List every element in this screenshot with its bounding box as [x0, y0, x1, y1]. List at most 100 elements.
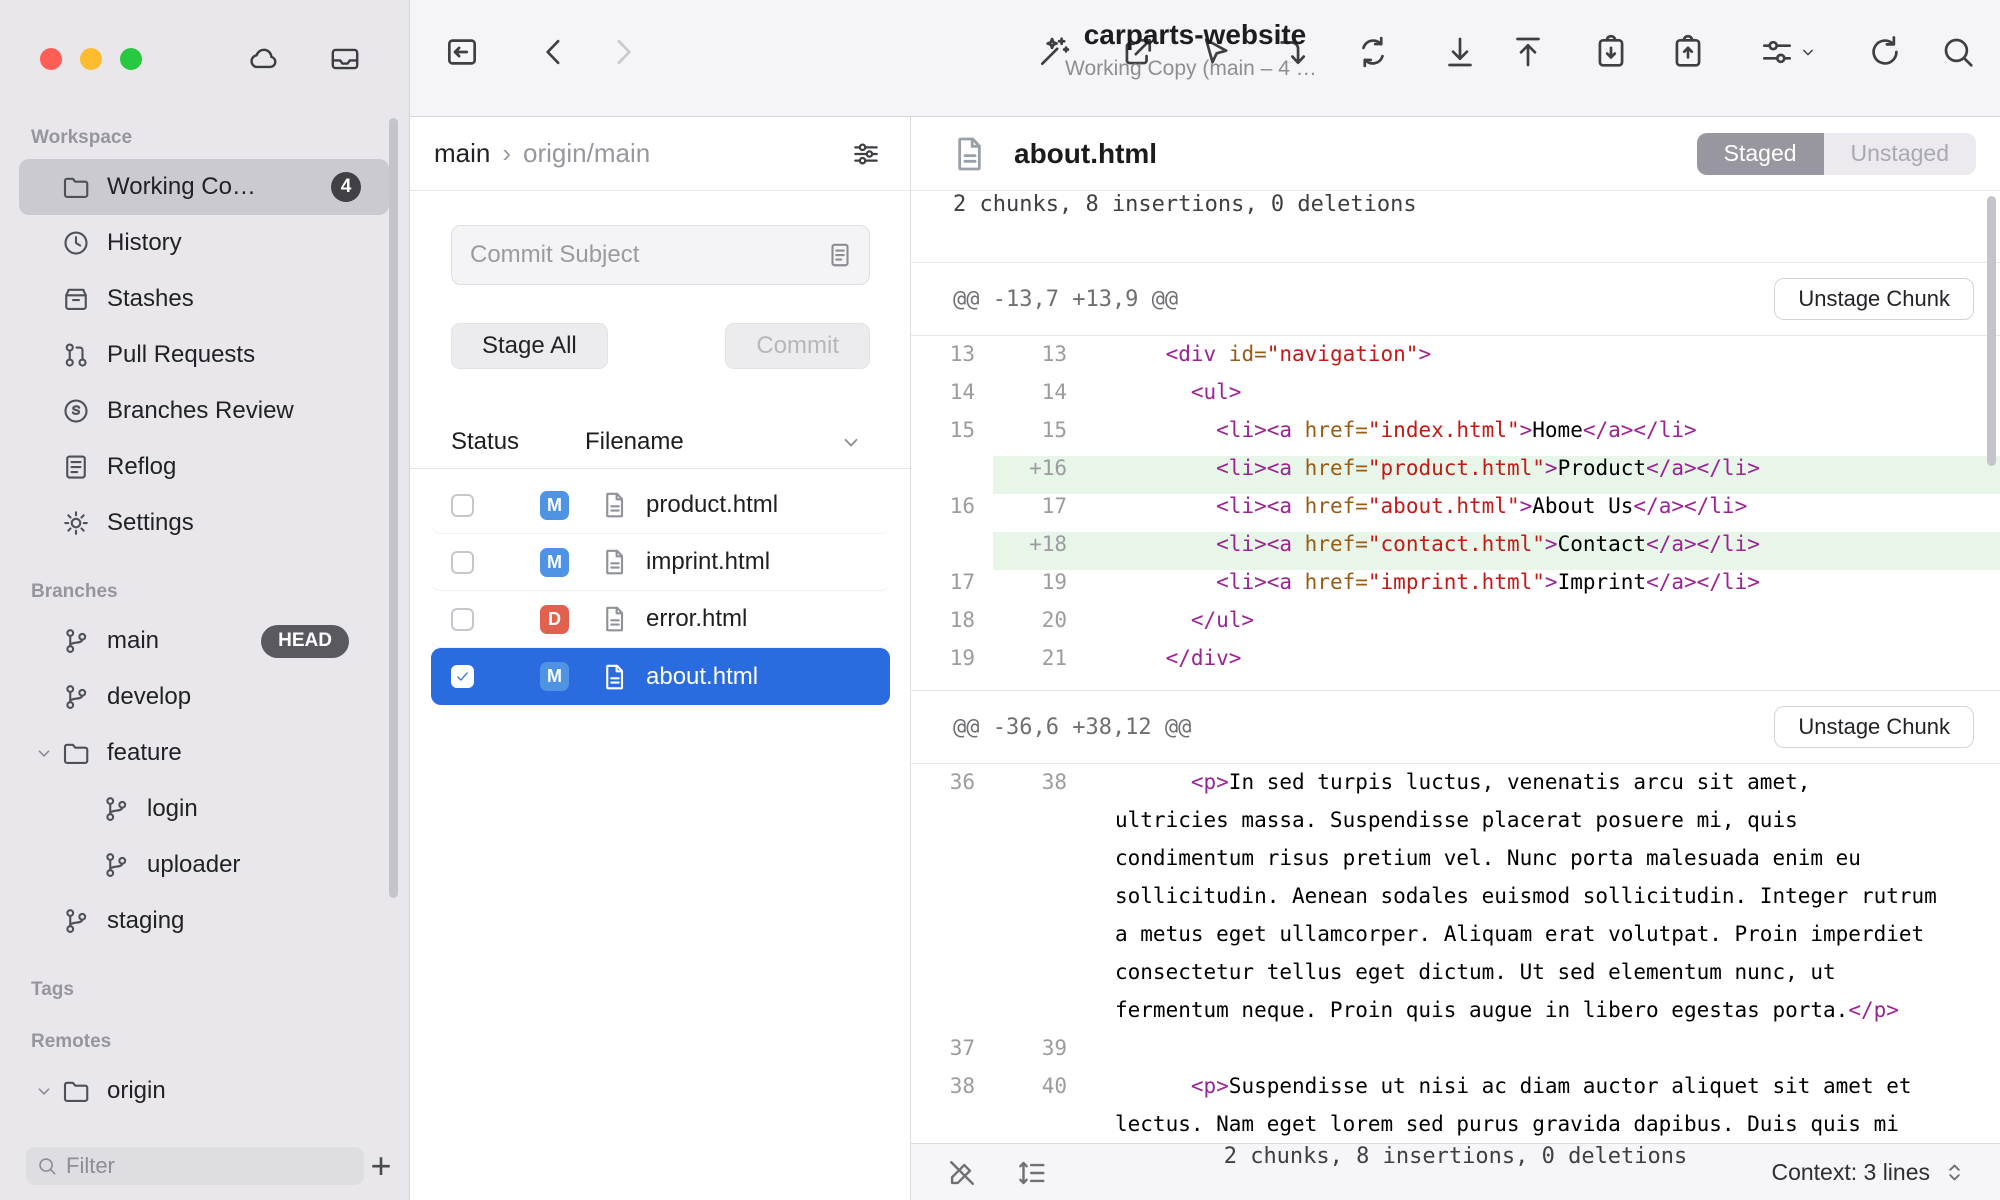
sidebar-item-login[interactable]: login — [19, 781, 389, 837]
sidebar-item-branches-review[interactable]: Branches Review — [19, 383, 389, 439]
new-line-number: 19 — [993, 570, 1085, 608]
sidebar-item-label: staging — [107, 907, 184, 935]
stage-checkbox[interactable] — [451, 665, 474, 688]
stage-checkbox[interactable] — [451, 551, 474, 574]
file-row-imprint-html[interactable]: Mimprint.html — [431, 534, 890, 591]
diff-scrollbar[interactable] — [1987, 196, 1996, 466]
new-line-number — [993, 884, 1085, 922]
chevron-down-icon[interactable] — [33, 742, 61, 764]
tab-staged[interactable]: Staged — [1697, 133, 1824, 175]
tray-icon[interactable] — [324, 42, 366, 76]
sidebar-item-staging[interactable]: staging — [19, 893, 389, 949]
code-token: <li><a — [1216, 532, 1305, 556]
stage-all-button[interactable]: Stage All — [451, 323, 608, 369]
code-text: <li><a href="about.html">About Us</a></l… — [1085, 494, 2000, 532]
sidebar-scrollbar[interactable] — [389, 118, 398, 898]
chevron-spacer — [33, 176, 61, 198]
stash-pop-button[interactable] — [1669, 33, 1707, 71]
code-token: "index.html" — [1368, 418, 1520, 442]
code-token — [1115, 608, 1191, 632]
unstage-chunk-button[interactable]: Unstage Chunk — [1774, 706, 1974, 748]
branch-icon — [61, 626, 91, 656]
old-line-number — [911, 846, 993, 884]
commit-template-icon[interactable] — [825, 240, 855, 270]
chevron-spacer — [33, 344, 61, 366]
file-row-error-html[interactable]: Derror.html — [431, 591, 890, 648]
add-button[interactable]: + — [364, 1142, 398, 1190]
context-lines-label: Context: 3 lines — [1771, 1144, 1930, 1200]
file-row-about-html[interactable]: Mabout.html — [431, 648, 890, 705]
window-minimize-button[interactable] — [80, 48, 102, 70]
code-text: <p>In sed turpis luctus, venenatis arcu … — [1085, 770, 2000, 808]
stage-checkbox[interactable] — [451, 608, 474, 631]
stash-icon — [61, 284, 91, 314]
code-token: <ul> — [1191, 380, 1242, 404]
filter-input[interactable] — [66, 1153, 354, 1179]
open-repo-button[interactable] — [443, 33, 481, 71]
chevron-spacer — [33, 288, 61, 310]
stash-save-button[interactable] — [1592, 33, 1630, 71]
window-zoom-button[interactable] — [120, 48, 142, 70]
stage-checkbox[interactable] — [451, 494, 474, 517]
sidebar-item-pull-requests[interactable]: Pull Requests — [19, 327, 389, 383]
count-badge: 4 — [331, 172, 361, 202]
window-close-button[interactable] — [40, 48, 62, 70]
staged-toggle: Staged Unstaged — [1697, 133, 1976, 175]
old-line-number: 38 — [911, 1074, 993, 1112]
file-row-product-html[interactable]: Mproduct.html — [431, 477, 890, 534]
code-token: > — [1418, 342, 1431, 366]
push-button[interactable] — [1509, 33, 1547, 71]
app-window: WorkspaceWorking Co…4HistoryStashesPull … — [0, 0, 2000, 1200]
refresh-button[interactable] — [1866, 33, 1904, 71]
sidebar-item-reflog[interactable]: Reflog — [19, 439, 389, 495]
pull-button[interactable] — [1441, 33, 1479, 71]
sidebar-item-history[interactable]: History — [19, 215, 389, 271]
diff-line: a metus eget ullamcorper. Aliquam erat v… — [911, 922, 2000, 960]
file-name: about.html — [646, 663, 758, 691]
new-line-number: 13 — [993, 342, 1085, 380]
old-line-number: 36 — [911, 770, 993, 808]
code-token — [1115, 456, 1216, 480]
sidebar-item-settings[interactable]: Settings — [19, 495, 389, 551]
view-options-button[interactable] — [1758, 33, 1822, 71]
code-token: lectus. Nam eget lorem sed purus gravida… — [1115, 1112, 1899, 1136]
code-token: </a></li> — [1583, 418, 1697, 442]
filter-field[interactable] — [26, 1147, 364, 1185]
unstage-chunk-button[interactable]: Unstage Chunk — [1774, 278, 1974, 320]
cloud-icon[interactable] — [242, 42, 284, 76]
view-filter-icon[interactable] — [850, 138, 882, 170]
context-lines-stepper[interactable] — [1941, 1159, 1968, 1186]
chevron-spacer — [33, 910, 61, 932]
commit-subject-field[interactable] — [451, 225, 870, 285]
chunk-code-1: 1313 <div id="navigation">1414 <ul>1515 … — [911, 336, 2000, 691]
branches-review-icon — [61, 396, 91, 426]
file-icon — [950, 134, 990, 174]
back-button[interactable] — [535, 33, 573, 71]
code-token: <li><a — [1216, 570, 1305, 594]
sidebar-item-stashes[interactable]: Stashes — [19, 271, 389, 327]
sidebar-item-origin[interactable]: origin — [19, 1063, 389, 1119]
sidebar-item-main[interactable]: mainHEAD — [19, 613, 389, 669]
search-button[interactable] — [1939, 33, 1977, 71]
code-text: condimentum risus pretium vel. Nunc port… — [1085, 846, 2000, 884]
sidebar-item-feature[interactable]: feature — [19, 725, 389, 781]
rebase-button[interactable] — [1354, 33, 1392, 71]
sidebar-item-working-co[interactable]: Working Co…4 — [19, 159, 389, 215]
sort-chevron-icon[interactable] — [838, 429, 864, 455]
sidebar-item-uploader[interactable]: uploader — [19, 837, 389, 893]
chevron-down-icon[interactable] — [33, 1080, 61, 1102]
new-line-number — [993, 1112, 1085, 1143]
old-line-number: 13 — [911, 342, 993, 380]
chevron-spacer — [33, 456, 61, 478]
code-text: <li><a href="product.html">Product</a></… — [1085, 456, 2000, 494]
breadcrumb-upstream-branch[interactable]: origin/main — [523, 138, 650, 169]
sidebar-item-develop[interactable]: develop — [19, 669, 389, 725]
code-text: consectetur tellus eget dictum. Ut sed e… — [1085, 960, 2000, 998]
tab-unstaged[interactable]: Unstaged — [1824, 133, 1976, 175]
commit-button[interactable]: Commit — [725, 323, 870, 369]
code-token: <p> — [1191, 770, 1229, 794]
code-token: </a></li> — [1646, 456, 1760, 480]
commit-subject-input[interactable] — [470, 241, 825, 269]
forward-button[interactable] — [604, 33, 642, 71]
breadcrumb-current-branch[interactable]: main — [434, 138, 490, 169]
